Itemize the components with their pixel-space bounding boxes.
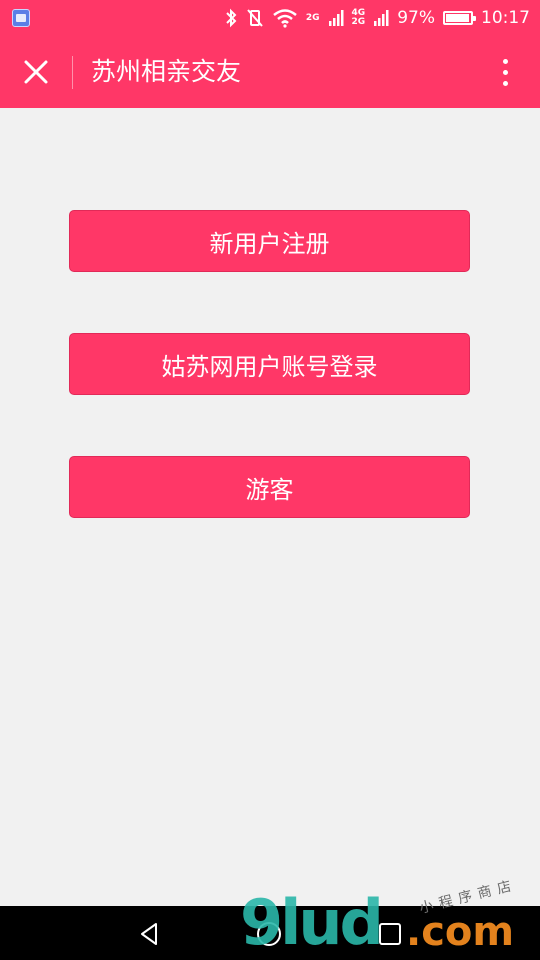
recent-apps-icon bbox=[379, 923, 401, 945]
system-nav-bar bbox=[0, 906, 540, 960]
clock: 10:17 bbox=[481, 8, 530, 28]
title-bar: 苏州相亲交友 bbox=[0, 36, 540, 108]
close-icon bbox=[24, 60, 48, 84]
more-vertical-icon bbox=[502, 58, 508, 64]
network-type-2g: 2G bbox=[305, 12, 320, 23]
home-icon bbox=[257, 922, 281, 946]
register-button[interactable]: 新用户注册 bbox=[69, 210, 470, 272]
close-button[interactable] bbox=[16, 52, 56, 92]
guest-button[interactable]: 游客 bbox=[69, 456, 470, 518]
gallery-app-icon bbox=[12, 9, 30, 27]
home-button[interactable] bbox=[255, 920, 283, 948]
more-options-button[interactable] bbox=[490, 54, 520, 90]
battery-percent: 97% bbox=[397, 8, 435, 28]
recent-apps-button[interactable] bbox=[376, 920, 404, 948]
back-button[interactable] bbox=[136, 920, 164, 948]
page-title: 苏州相亲交友 bbox=[91, 57, 242, 86]
battery-fill bbox=[446, 14, 470, 22]
battery-icon bbox=[443, 11, 476, 25]
gusu-login-button[interactable]: 姑苏网用户账号登录 bbox=[69, 333, 470, 395]
signal-icon bbox=[328, 9, 344, 27]
wifi-icon bbox=[272, 8, 298, 28]
back-icon bbox=[141, 923, 157, 945]
network-type-4g-2g: 4G 2G bbox=[351, 8, 366, 27]
signal-icon-2 bbox=[373, 9, 389, 27]
status-bar: 2G 4G 2G 97% 10:17 bbox=[0, 0, 540, 36]
vibrate-icon bbox=[246, 8, 264, 28]
title-divider bbox=[72, 56, 73, 89]
bluetooth-icon bbox=[224, 8, 238, 28]
status-icons: 2G 4G 2G 97% 10:17 bbox=[224, 0, 530, 36]
